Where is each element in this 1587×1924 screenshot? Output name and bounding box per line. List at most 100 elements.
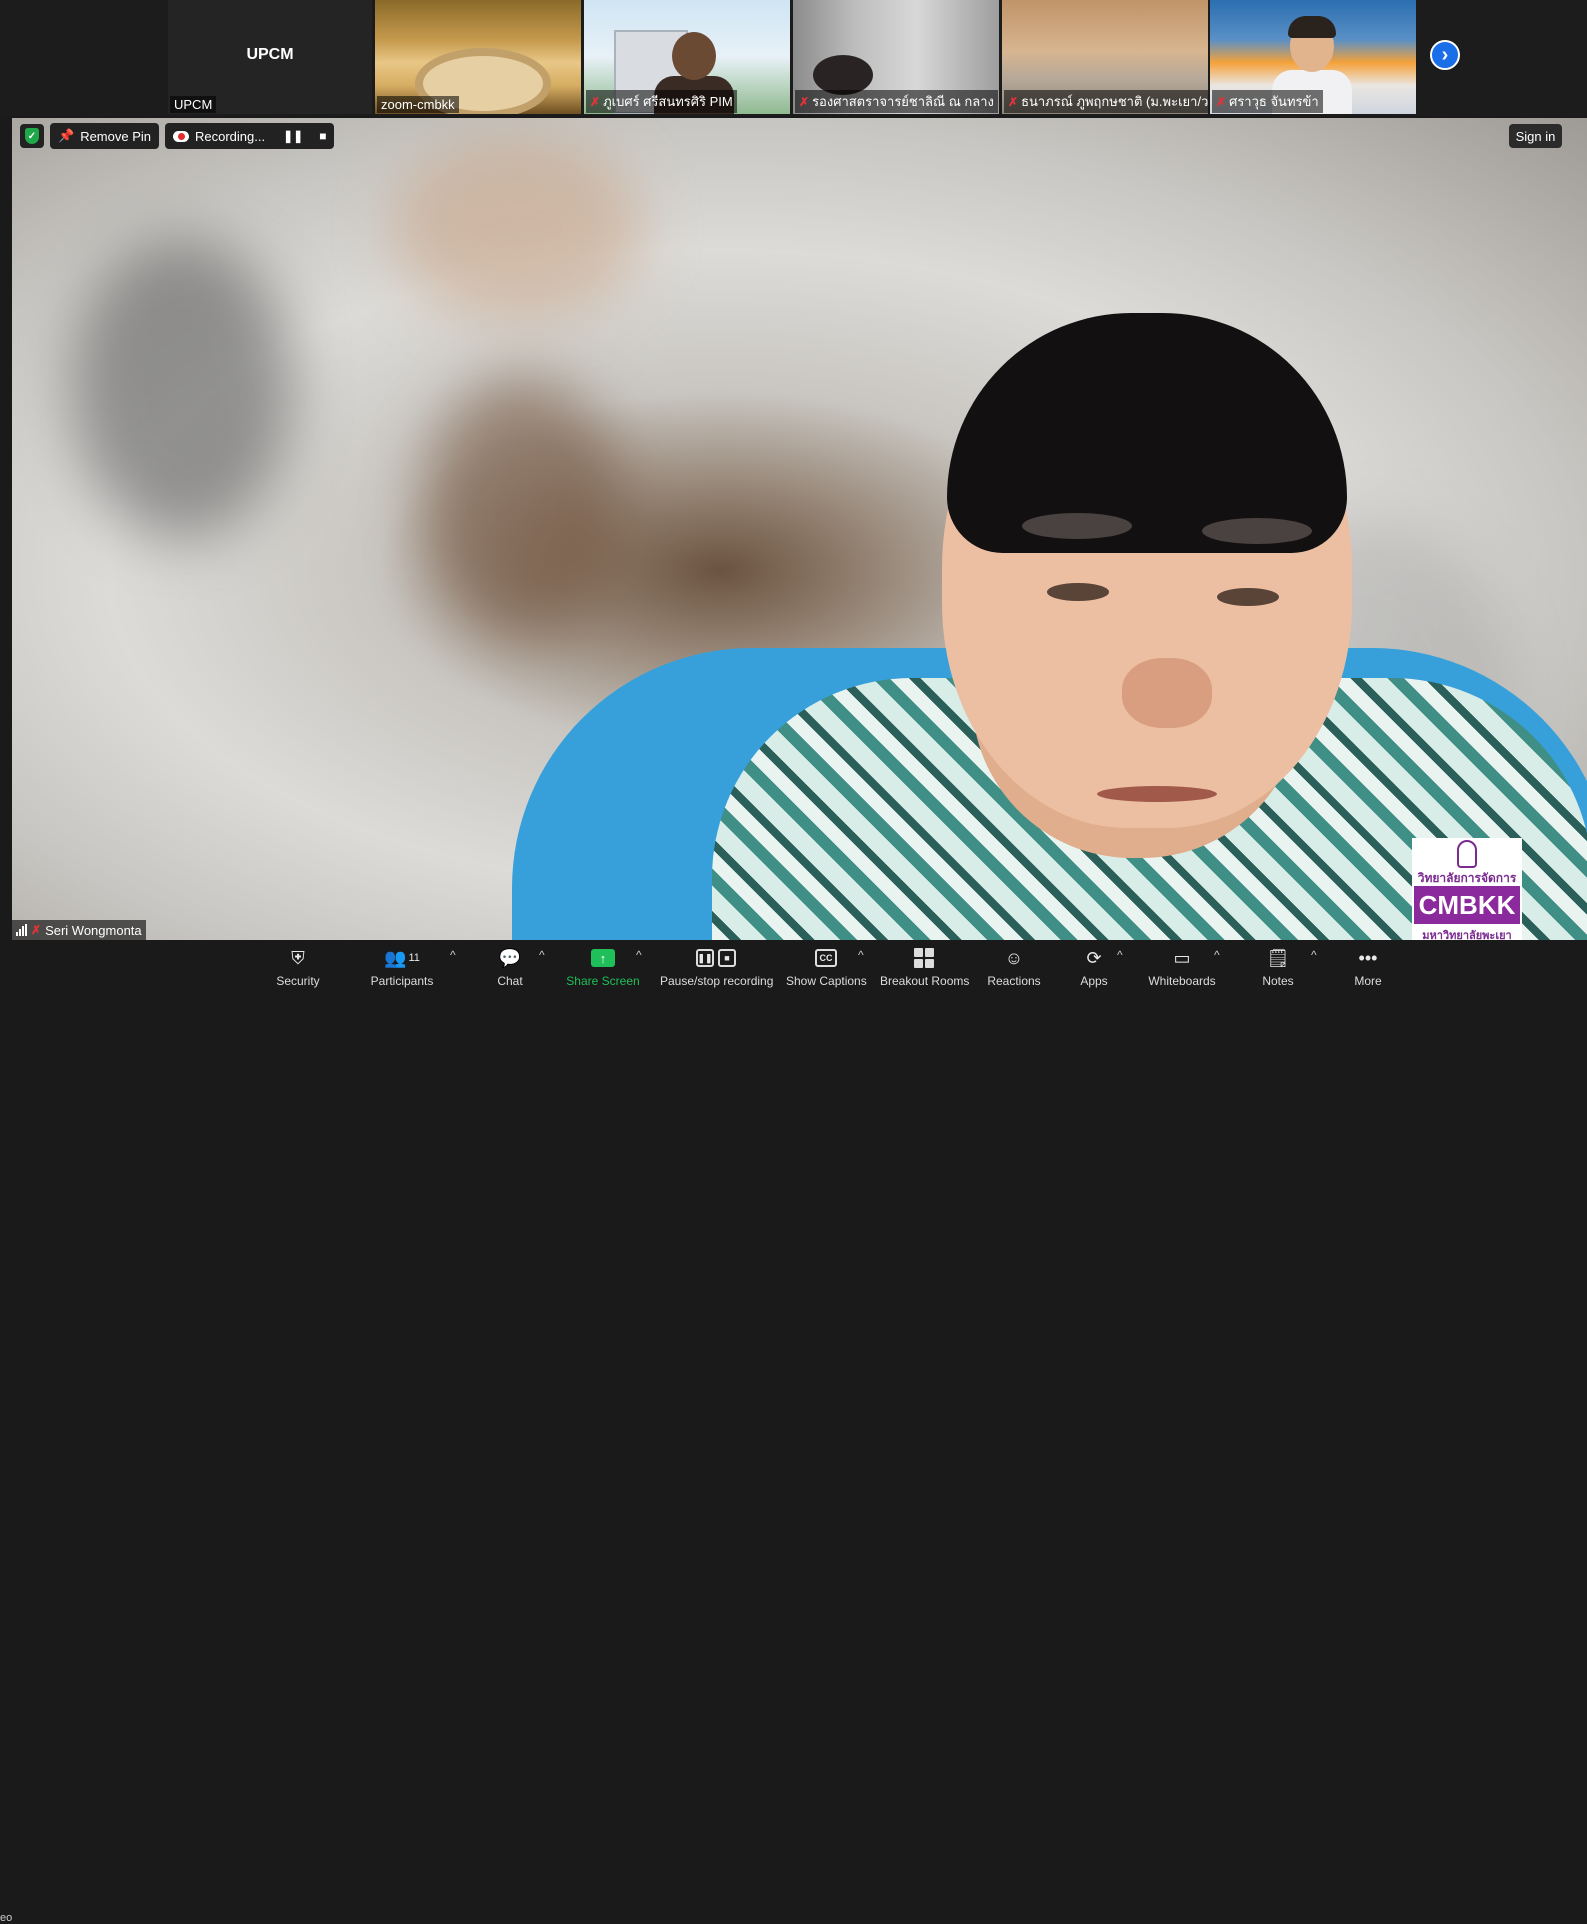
share-screen-options-caret[interactable]: ^	[636, 948, 642, 962]
whiteboards-options-caret[interactable]: ^	[1214, 948, 1220, 962]
chat-button[interactable]: 💬 Chat	[490, 946, 530, 989]
participant-label-text: ศราวุธ จันทรข้า	[1229, 94, 1319, 109]
participant-tile-thanaporn[interactable]: ✗ ธนาภรณ์ ภูพฤกษชาติ (ม.พะเยา/ว....	[1002, 0, 1208, 114]
university-crest-icon	[1457, 840, 1477, 868]
captions-options-caret[interactable]: ^	[858, 948, 864, 962]
participant-tile-sarawut[interactable]: ✗ ศราวุธ จันทรข้า	[1210, 0, 1416, 114]
reactions-label: Reactions	[987, 974, 1041, 988]
background-blur-shape	[392, 138, 642, 318]
participant-tile-zoom-cmbkk[interactable]: zoom-cmbkk	[375, 0, 581, 114]
notes-icon: 🗒	[1266, 947, 1290, 968]
notes-button[interactable]: 🗒 Notes	[1258, 946, 1298, 989]
cc-icon: CC	[815, 949, 837, 967]
security-button[interactable]: ⛨ Security	[268, 946, 328, 989]
apps-label: Apps	[1080, 974, 1108, 988]
left-edge-clipped-text: eo	[0, 1912, 13, 1924]
participant-tile-upcm[interactable]: UPCM UPCM	[168, 0, 372, 114]
active-speaker-name: Seri Wongmonta	[45, 922, 142, 938]
logo-brand: CMBKK	[1414, 886, 1520, 924]
participant-name-center: UPCM	[246, 46, 294, 63]
participant-tile-pim[interactable]: ✗ ภูเบศร์ ศรีสนทรศิริ PIM	[584, 0, 790, 114]
whiteboards-button[interactable]: ▭ Whiteboards	[1146, 946, 1218, 989]
muted-mic-icon: ✗	[799, 94, 810, 109]
signal-strength-icon	[16, 924, 27, 936]
muted-mic-icon: ✗	[1216, 94, 1227, 109]
participant-hair	[813, 55, 873, 95]
participants-options-caret[interactable]: ^	[450, 948, 456, 962]
speaker-eye	[1217, 588, 1279, 606]
participant-label-text: ภูเบศร์ ศรีสนทรศิริ PIM	[603, 94, 733, 109]
more-button[interactable]: ••• More	[1348, 946, 1388, 989]
participant-tile-chalinee[interactable]: ✗ รองศาสตราจารย์ชาลิณี ณ กลาง	[793, 0, 999, 114]
pause-stop-icon: ❚❚ ■	[660, 946, 772, 970]
chat-label: Chat	[497, 974, 523, 988]
share-arrow-icon: ↑	[591, 949, 615, 967]
encryption-indicator[interactable]: ✓	[20, 124, 44, 148]
participant-count: 11	[408, 952, 420, 964]
participant-label-text: UPCM	[174, 97, 213, 112]
participant-label: ✗ รองศาสตราจารย์ชาลิณี ณ กลาง	[795, 90, 998, 113]
participant-label: zoom-cmbkk	[377, 96, 459, 113]
whiteboard-icon: ▭	[1173, 947, 1191, 968]
whiteboards-label: Whiteboards	[1148, 974, 1216, 988]
participant-hair	[1288, 16, 1336, 38]
smiley-plus-icon: ☺	[1004, 947, 1024, 968]
more-label: More	[1354, 974, 1382, 988]
remove-pin-label: Remove Pin	[80, 128, 151, 144]
apps-button[interactable]: ⟳ Apps	[1074, 946, 1114, 989]
breakout-rooms-button[interactable]: Breakout Rooms	[880, 946, 970, 988]
cmbkk-logo: วิทยาลัยการจัดการ CMBKK มหาวิทยาลัยพะเยา	[1412, 838, 1522, 946]
share-screen-label: Share Screen	[566, 974, 640, 988]
share-screen-button[interactable]: ↑ Share Screen	[566, 946, 640, 988]
speaker-brow	[1202, 518, 1312, 544]
breakout-rooms-label: Breakout Rooms	[880, 974, 970, 988]
stop-recording-button[interactable]: ■	[319, 129, 326, 143]
participant-label: ✗ ศราวุธ จันทรข้า	[1212, 90, 1323, 113]
speaker-brow	[1022, 513, 1132, 539]
show-captions-button[interactable]: CC Show Captions	[786, 946, 867, 988]
pause-stop-recording-button[interactable]: ❚❚ ■ Pause/stop recording	[660, 946, 773, 988]
muted-mic-icon: ✗	[31, 923, 42, 937]
people-icon: 👥 11	[384, 947, 420, 968]
recording-indicator: Recording... ❚❚ ■	[165, 123, 335, 149]
participant-label: ✗ ภูเบศร์ ศรีสนทรศิริ PIM	[586, 90, 737, 113]
chat-bubble-icon: 💬	[498, 947, 522, 968]
speaker-nose	[1122, 658, 1212, 728]
show-captions-label: Show Captions	[786, 974, 867, 988]
notes-label: Notes	[1262, 974, 1294, 988]
reactions-button[interactable]: ☺ Reactions	[986, 946, 1042, 989]
sign-in-button[interactable]: Sign in	[1509, 124, 1562, 148]
participant-face	[672, 32, 716, 80]
apps-icon: ⟳	[1086, 947, 1102, 968]
participants-button[interactable]: 👥 11 Participants	[366, 946, 438, 989]
gallery-next-button[interactable]: ›	[1430, 40, 1460, 70]
meeting-control-bar: eo ⛨ Security 👥 11 Participants ^ 💬 Chat …	[0, 940, 1587, 1924]
remove-pin-button[interactable]: 📌 Remove Pin	[50, 123, 159, 149]
participant-label: ✗ ธนาภรณ์ ภูพฤกษชาติ (ม.พะเยา/ว....	[1004, 90, 1208, 113]
apps-options-caret[interactable]: ^	[1117, 948, 1123, 962]
security-label: Security	[276, 974, 320, 988]
notes-options-caret[interactable]: ^	[1311, 948, 1317, 962]
participants-label: Participants	[370, 974, 434, 988]
speaker-eye	[1047, 583, 1109, 601]
meeting-status-toolbar: ✓ 📌 Remove Pin Recording... ❚❚ ■	[20, 123, 335, 149]
recording-label: Recording...	[195, 128, 266, 144]
participant-label-text: zoom-cmbkk	[381, 97, 455, 112]
muted-mic-icon: ✗	[590, 94, 601, 109]
pin-icon: 📌	[58, 128, 75, 143]
background-blur-shape	[422, 378, 622, 638]
gallery-strip: UPCM UPCM zoom-cmbkk ✗ ภูเบศร์ ศรีสนทรศิร…	[0, 0, 1587, 116]
ellipsis-icon: •••	[1358, 947, 1378, 968]
participant-label: UPCM	[170, 96, 217, 113]
participant-label-text: ธนาภรณ์ ภูพฤกษชาติ (ม.พะเยา/ว....	[1021, 94, 1208, 109]
grid-icon	[914, 948, 934, 968]
active-speaker-label: ✗ Seri Wongmonta	[12, 920, 146, 940]
speaker-mouth	[1097, 786, 1217, 802]
chevron-right-icon: ›	[1441, 43, 1449, 66]
shield-check-icon: ✓	[25, 128, 39, 144]
shield-icon: ⛨	[291, 947, 305, 968]
muted-mic-icon: ✗	[1008, 94, 1019, 109]
cloud-recording-icon	[173, 130, 189, 142]
chat-options-caret[interactable]: ^	[539, 948, 545, 962]
pause-recording-button[interactable]: ❚❚	[283, 129, 303, 143]
